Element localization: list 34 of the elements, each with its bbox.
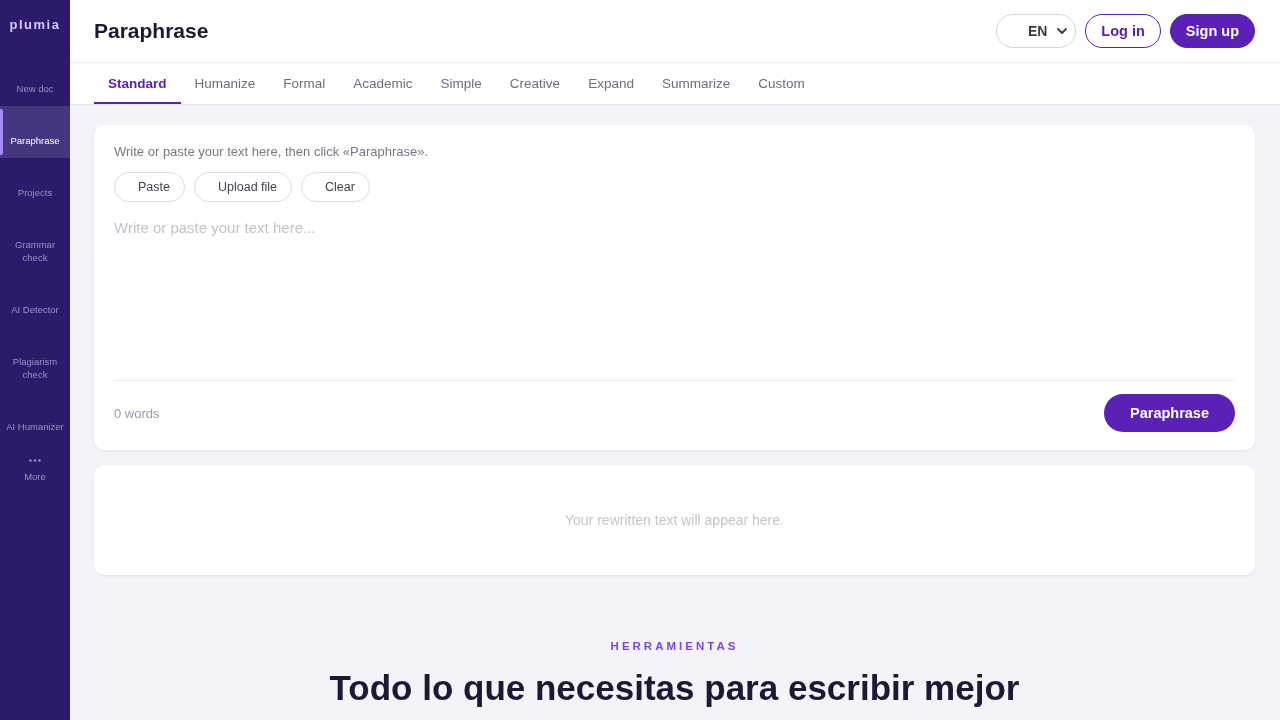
editor-panel[interactable]: Write or paste your text here, then click «Paraphrase». Paste Upload file Clear Write or paste your text here... 0 words Paraphrase [94,125,1255,450]
sidebar-item[interactable]: Plagiarism check [0,327,70,392]
paraphrase-button[interactable]: Paraphrase [1104,394,1235,432]
section-eyebrow: HERRAMIENTAS [610,639,739,653]
sidebar-item[interactable]: New doc [0,54,70,106]
sidebar-item[interactable]: Paraphrase [0,106,70,158]
action-button[interactable]: Clear [301,172,370,202]
sidebar-item[interactable]: AI Humanizer [0,392,70,444]
word-count: 0 words [114,405,160,421]
mode-tab[interactable]: Simple [426,63,496,104]
mode-tab[interactable]: Formal [269,63,340,104]
more-icon [29,459,41,462]
sidebar-item[interactable]: Projects [0,158,70,210]
log-in-button[interactable]: Log in [1085,14,1161,48]
action-button[interactable]: Upload file [193,172,293,202]
mode-tab[interactable]: Humanize [180,63,270,104]
mode-tab[interactable]: Summarize [647,63,745,104]
more-item[interactable]: More [0,444,70,489]
section-heading: Todo lo que necesitas para escribir mejor [329,667,1020,709]
mode-tab[interactable]: Custom [744,63,819,104]
sidebar-item[interactable]: Grammar check [0,210,70,275]
logo: plumia [9,16,61,33]
language-select[interactable]: EN [996,14,1077,48]
mode-tab[interactable]: Expand [574,63,648,104]
mode-tab[interactable]: Standard [94,63,181,104]
sidebar-item[interactable]: AI Detector [0,275,70,327]
output-empty-message: Your rewritten text will appear here. [565,512,784,528]
mode-tab[interactable]: Creative [495,63,575,104]
action-button[interactable]: Paste [114,172,185,202]
chevron-down-icon [1057,28,1068,34]
mode-tab[interactable]: Academic [339,63,427,104]
instruction-text: Write or paste your text here, then click «Paraphrase». [114,143,430,161]
page-title: Paraphrase [94,19,209,43]
sign-up-button[interactable]: Sign up [1169,14,1255,48]
